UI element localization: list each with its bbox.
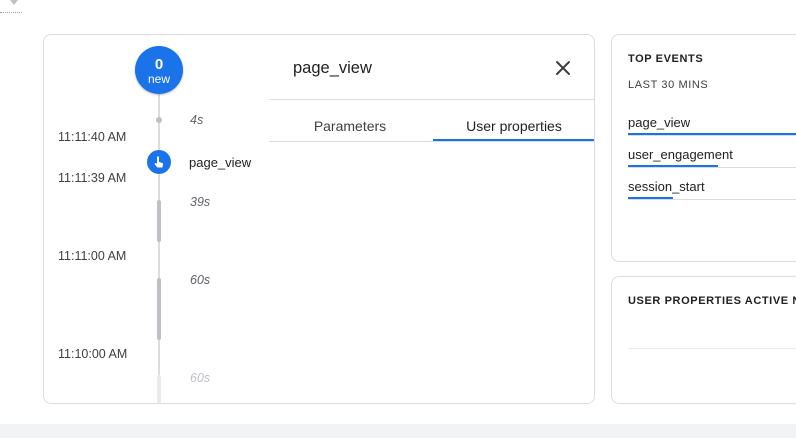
timeline-gap-bar (157, 200, 161, 242)
top-event-bar (628, 133, 796, 135)
top-event-row[interactable]: user_engagement (628, 147, 796, 168)
top-event-bar (628, 197, 673, 199)
card-heading: TOP EVENTS (628, 53, 704, 65)
card-heading: USER PROPERTIES ACTIVE NOW (628, 295, 796, 307)
card-subheading: LAST 30 MINS (628, 79, 709, 91)
timestamp: 11:11:00 AM (58, 249, 127, 263)
event-detail-title: page_view (293, 59, 372, 77)
timestamp: 11:11:40 AM (58, 130, 127, 144)
chevron-down-icon (10, 0, 18, 5)
timeline-marker (156, 117, 162, 123)
event-detail-panel: page_view Parameters User properties (269, 35, 594, 403)
top-event-bar (628, 165, 718, 167)
event-name[interactable]: page_view (189, 155, 251, 170)
top-event-label: user_engagement (628, 147, 733, 162)
debug-stream-card: 0 new 11:11:40 AM 11:11:39 AM 11:11:00 A… (43, 34, 595, 404)
tab-parameters[interactable]: Parameters (269, 115, 431, 140)
timestamp: 11:11:39 AM (58, 171, 127, 185)
timestamp: 11:10:00 AM (58, 347, 128, 361)
top-events-card: TOP EVENTS LAST 30 MINS page_view user_en… (611, 34, 796, 262)
top-event-row[interactable]: page_view (628, 115, 796, 136)
divider (269, 99, 594, 100)
timeline-line (158, 94, 160, 402)
dotted-divider (0, 12, 22, 13)
top-event-row[interactable]: session_start (628, 179, 796, 200)
timeline-gap-bar (157, 375, 161, 403)
time-gap-label: 39s (190, 195, 211, 209)
close-button[interactable] (551, 56, 575, 80)
new-count: 0 (154, 56, 164, 73)
close-icon (556, 61, 570, 75)
new-events-badge[interactable]: 0 new (135, 46, 183, 94)
divider (628, 348, 796, 349)
timeline-gap-bar (157, 278, 161, 340)
tab-user-properties[interactable]: User properties (433, 115, 594, 141)
detail-tabs: Parameters User properties (269, 115, 594, 142)
time-gap-label: 4s (190, 113, 204, 127)
time-gap-label: 60s (190, 371, 211, 385)
touch-icon[interactable] (147, 150, 171, 174)
top-event-label: page_view (628, 115, 691, 130)
page-footer-band (0, 424, 796, 438)
time-gap-label: 60s (190, 273, 211, 287)
new-label: new (147, 72, 170, 86)
user-properties-card: USER PROPERTIES ACTIVE NOW (611, 276, 796, 404)
top-event-label: session_start (628, 179, 705, 194)
